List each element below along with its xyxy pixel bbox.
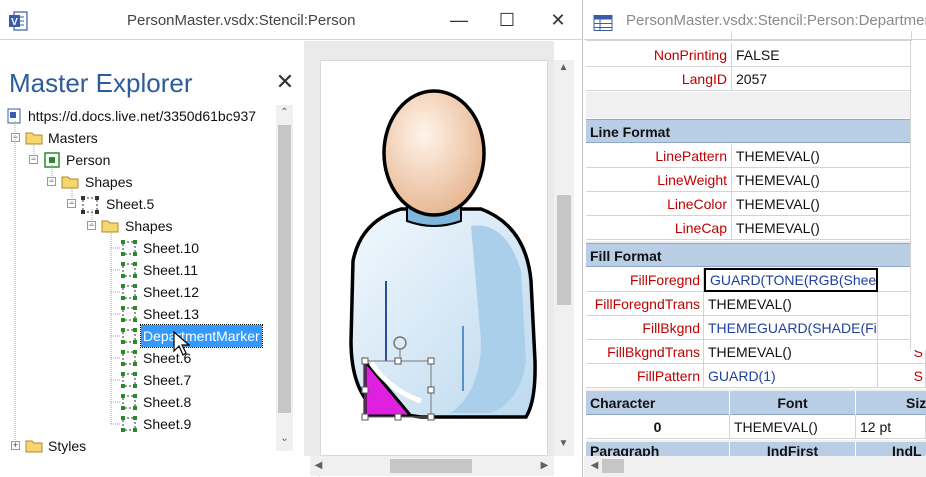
paragraph-header: Paragraph (586, 442, 730, 456)
section-gap (586, 92, 912, 118)
shapesheet-window: PersonMaster.vsdx:Stencil:Person:Departm… (584, 0, 926, 477)
scroll-left-icon[interactable]: ◀ (310, 460, 327, 471)
cell-row-fillforegnd[interactable]: FillForegnd GUARD(TONE(RGB(Sheet (586, 268, 926, 292)
person-shape[interactable] (321, 61, 549, 457)
visio-icon: V (9, 11, 28, 31)
cell-row-linecolor[interactable]: LineColor THEMEVAL() (586, 192, 912, 216)
cell-row-linecap[interactable]: LineCap THEMEVAL() (586, 216, 912, 240)
cell-value[interactable]: THEMEVAL() (732, 168, 912, 192)
cell-value[interactable]: THEMEVAL() (732, 216, 912, 240)
canvas-vertical-scrollbar[interactable]: ▲ ▼ (554, 60, 574, 456)
window-title: PersonMaster.vsdx:Stencil:Person:Departm… (626, 12, 926, 29)
minimize-button[interactable]: — (446, 8, 472, 32)
indleft-column-header: IndL (856, 442, 926, 456)
scroll-up-icon[interactable]: ⌃ (276, 107, 293, 118)
drawing-page[interactable] (320, 60, 548, 456)
section-header-paragraph[interactable]: Paragraph IndFirst IndL (586, 442, 926, 456)
scroll-thumb[interactable] (602, 459, 624, 473)
cell-row-langid[interactable]: LangID 2057 (586, 67, 912, 91)
scroll-up-icon[interactable]: ▲ (555, 62, 572, 73)
indfirst-column-header: IndFirst (730, 442, 856, 456)
cell-name: LineWeight (586, 168, 732, 192)
mouse-cursor-icon (173, 331, 191, 356)
cell-name: FillForegndTrans (586, 292, 704, 316)
master-explorer-pane: Master Explorer ✕ https://d.docs.live.ne… (0, 41, 303, 477)
size-value[interactable]: 12 pt (856, 415, 926, 439)
cell-name: FillBkgndTrans (586, 340, 704, 364)
section-header-fill-format[interactable]: Fill Format (586, 243, 926, 267)
cell-name: LinePattern (586, 144, 732, 168)
scroll-right-icon[interactable]: ▶ (536, 460, 553, 471)
font-column-header: Font (730, 391, 856, 415)
explorer-tree: https://d.docs.live.net/3350d61bc937 − M… (0, 105, 275, 477)
drawing-canvas[interactable] (304, 41, 554, 456)
cell-value[interactable]: THEMEGUARD(SHADE(Fil (704, 316, 878, 340)
window-title: PersonMaster.vsdx:Stencil:Person (127, 12, 356, 29)
stencil-window: V PersonMaster.vsdx:Stencil:Person — ☐ ✕… (0, 0, 583, 477)
character-header: Character (586, 391, 730, 415)
cell-row-nonprinting[interactable]: NonPrinting FALSE (586, 43, 912, 67)
row-index: 0 (586, 415, 730, 439)
canvas-horizontal-scrollbar[interactable]: ◀ ▶ (310, 456, 554, 476)
cell-name: FillForegnd (586, 268, 704, 292)
cell-row-linepattern[interactable]: LinePattern THEMEVAL() (586, 144, 912, 168)
cell-value[interactable]: THEMEVAL() (704, 292, 878, 316)
size-column-header: Siz (856, 391, 926, 415)
title-bar[interactable]: V PersonMaster.vsdx:Stencil:Person — ☐ ✕ (0, 0, 582, 40)
cell-value[interactable]: THEMEVAL() (732, 144, 912, 168)
scroll-thumb[interactable] (557, 195, 571, 305)
svg-text:V: V (11, 17, 18, 28)
shapesheet-vertical-strip (910, 41, 926, 350)
cell-value[interactable]: THEMEVAL() (732, 192, 912, 216)
cell-name: FillPattern (586, 364, 704, 388)
explorer-close-button[interactable]: ✕ (273, 69, 297, 95)
cell-name: FillBkgnd (586, 316, 704, 340)
character-row-0[interactable]: 0 THEMEVAL() 12 pt (586, 415, 926, 439)
partial-row (586, 31, 912, 41)
cell-value[interactable]: THEMEVAL() (704, 340, 878, 364)
tree-lines (14, 121, 121, 447)
section-header-character[interactable]: Character Font Siz (586, 391, 926, 415)
cell-value[interactable]: GUARD(1) (704, 364, 878, 388)
section-header-line-format[interactable]: Line Format (586, 119, 926, 143)
cell-row-lineweight[interactable]: LineWeight THEMEVAL() (586, 168, 912, 192)
scroll-thumb[interactable] (390, 459, 472, 473)
cell-row-fillforegndtrans[interactable]: FillForegndTrans THEMEVAL() S (586, 292, 926, 316)
scroll-left-icon[interactable]: ◀ (586, 460, 603, 471)
shapesheet-horizontal-scrollbar[interactable]: ◀ (584, 456, 926, 477)
font-value[interactable]: THEMEVAL() (730, 415, 856, 439)
cell-row-fillbkgndtrans[interactable]: FillBkgndTrans THEMEVAL() S (586, 340, 926, 364)
cell-name-clipped: S (878, 364, 926, 388)
cell-name: LangID (586, 67, 732, 91)
cell-name: LineColor (586, 192, 732, 216)
maximize-button[interactable]: ☐ (494, 8, 520, 32)
scroll-down-icon[interactable]: ▼ (555, 438, 572, 449)
shapesheet-grid: NonPrinting FALSE LangID 2057 Line Forma… (584, 31, 926, 456)
cell-row-fillpattern[interactable]: FillPattern GUARD(1) S (586, 364, 926, 388)
cell-name: LineCap (586, 216, 732, 240)
scroll-down-icon[interactable]: ⌄ (276, 433, 293, 444)
cell-value[interactable]: FALSE (732, 43, 912, 67)
tree-vertical-scrollbar[interactable]: ⌃ ⌄ (276, 105, 293, 451)
cell-value[interactable]: 2057 (732, 67, 912, 91)
active-cell-value[interactable]: GUARD(TONE(RGB(Sheet (704, 268, 878, 292)
explorer-title: Master Explorer (9, 68, 193, 98)
scroll-thumb[interactable] (278, 125, 291, 413)
cell-row-fillbkgnd[interactable]: FillBkgnd THEMEGUARD(SHADE(Fil (586, 316, 926, 340)
close-button[interactable]: ✕ (545, 8, 571, 32)
cell-name: NonPrinting (586, 43, 732, 67)
